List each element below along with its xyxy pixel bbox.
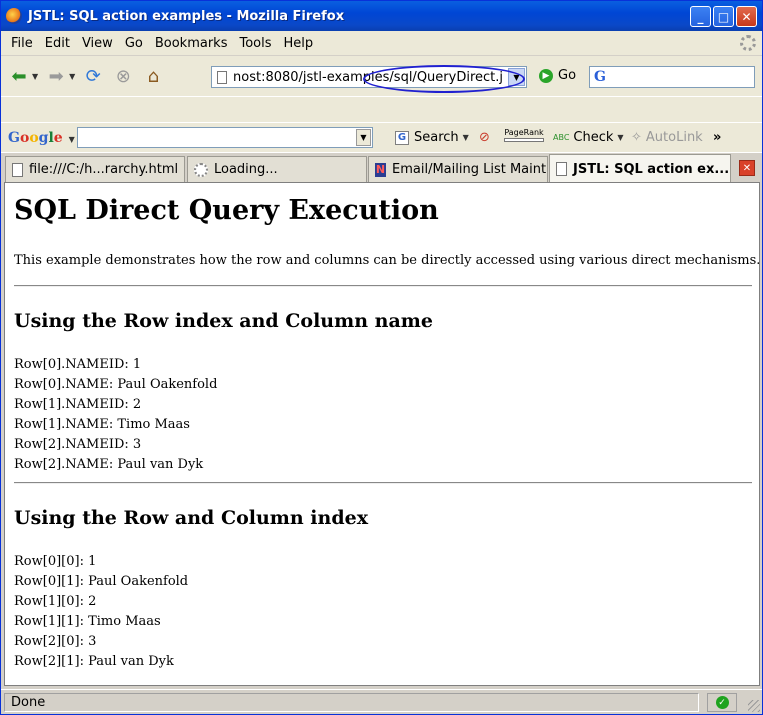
autolink-label: AutoLink xyxy=(645,130,703,145)
url-highlight-ellipse xyxy=(363,65,525,93)
tab-jstl-sql[interactable]: JSTL: SQL action ex... xyxy=(549,154,731,183)
go-label: Go xyxy=(558,68,577,83)
google-search-dropdown-icon[interactable]: ▼ xyxy=(356,129,371,146)
check-icon: ✓ xyxy=(715,696,729,709)
list-item: Row[0][1]: Paul Oakenfold xyxy=(14,574,189,589)
list-item: Row[1][1]: Timo Maas xyxy=(14,614,161,629)
status-ok-indicator: ✓ xyxy=(707,693,737,712)
firefox-icon xyxy=(6,8,22,24)
autolink-button[interactable]: ✧ AutoLink xyxy=(631,130,703,145)
google-search-engine-icon: G xyxy=(594,69,606,85)
menu-edit[interactable]: Edit xyxy=(39,36,76,51)
forward-arrow-icon[interactable]: ➡ xyxy=(44,64,68,88)
close-button[interactable]: ✕ xyxy=(736,6,757,27)
list-item: Row[1].NAME: Timo Maas xyxy=(14,417,190,432)
google-toolbar: Google ▼ ▼ G Search ▼ ⊘ PageRank ABC Che… xyxy=(1,122,762,152)
list-item: Row[0].NAME: Paul Oakenfold xyxy=(14,377,218,392)
stop-icon[interactable]: ⊗ xyxy=(111,64,135,88)
window-controls: _ □ ✕ xyxy=(690,6,757,27)
go-button[interactable]: ▶ Go xyxy=(539,68,576,83)
page-title: SQL Direct Query Execution xyxy=(14,195,439,226)
throbber-icon xyxy=(740,35,756,51)
page-icon xyxy=(217,70,227,84)
list-item: Row[2].NAMEID: 3 xyxy=(14,437,142,452)
menu-bar: File Edit View Go Bookmarks Tools Help xyxy=(1,31,762,56)
menu-tools[interactable]: Tools xyxy=(233,36,277,51)
list-item: Row[2][1]: Paul van Dyk xyxy=(14,654,174,669)
menu-help[interactable]: Help xyxy=(278,36,320,51)
tab-loading[interactable]: Loading... xyxy=(187,156,367,182)
section1-rows: Row[0].NAMEID: 1 Row[0].NAME: Paul Oaken… xyxy=(14,355,217,475)
minimize-button[interactable]: _ xyxy=(690,6,711,27)
list-item: Row[2][0]: 3 xyxy=(14,634,97,649)
popup-blocker-icon[interactable]: ⊘ xyxy=(479,130,490,145)
loading-icon xyxy=(194,162,208,177)
page-icon xyxy=(556,162,567,176)
status-bar: Done ✓ xyxy=(1,689,762,714)
close-tab-icon[interactable]: ✕ xyxy=(739,160,755,176)
section2-heading: Using the Row and Column index xyxy=(14,507,369,529)
google-search-button[interactable]: G Search ▼ xyxy=(395,130,469,145)
tab-label: JSTL: SQL action ex... xyxy=(573,161,730,177)
back-dropdown-icon[interactable]: ▼ xyxy=(32,72,38,81)
tab-email-mailing-list[interactable]: N Email/Mailing List Maint... xyxy=(368,156,548,182)
bookmarks-toolbar xyxy=(1,96,762,122)
menu-view[interactable]: View xyxy=(76,36,119,51)
google-search-input[interactable]: ▼ xyxy=(77,127,373,148)
go-icon: ▶ xyxy=(539,68,553,83)
intro-text: This example demonstrates how the row an… xyxy=(14,253,760,268)
list-item: Row[0].NAMEID: 1 xyxy=(14,357,142,372)
autolink-wand-icon: ✧ xyxy=(631,130,642,145)
google-g-icon: G xyxy=(395,130,409,145)
maximize-button[interactable]: □ xyxy=(713,6,734,27)
google-search-label: Search xyxy=(414,130,459,145)
menu-go[interactable]: Go xyxy=(119,36,149,51)
status-text: Done xyxy=(4,692,699,712)
list-item: Row[1].NAMEID: 2 xyxy=(14,397,142,412)
menu-bookmarks[interactable]: Bookmarks xyxy=(149,36,234,51)
search-box[interactable]: G xyxy=(589,66,755,88)
google-logo[interactable]: Google ▼ xyxy=(8,130,75,146)
menu-file[interactable]: File xyxy=(5,36,39,51)
section1-heading: Using the Row index and Column name xyxy=(14,310,433,332)
resize-grip[interactable] xyxy=(748,700,760,712)
section2-rows: Row[0][0]: 1 Row[0][1]: Paul Oakenfold R… xyxy=(14,552,188,672)
back-arrow-icon[interactable]: ⬅ xyxy=(7,64,31,88)
spell-check-button[interactable]: ABC Check ▼ xyxy=(553,130,624,145)
divider xyxy=(14,285,752,287)
home-icon[interactable]: ⌂ xyxy=(141,64,165,88)
page-icon xyxy=(12,162,23,177)
divider xyxy=(14,482,752,484)
tab-label: Email/Mailing List Maint... xyxy=(392,162,548,177)
list-item: Row[2].NAME: Paul van Dyk xyxy=(14,457,204,472)
forward-dropdown-icon[interactable]: ▼ xyxy=(69,72,75,81)
tab-label: Loading... xyxy=(214,162,278,177)
reload-icon[interactable]: ⟳ xyxy=(81,64,105,88)
n-site-icon: N xyxy=(375,162,386,177)
browser-window: JSTL: SQL action examples - Mozilla Fire… xyxy=(0,0,763,715)
more-chevron-icon[interactable]: » xyxy=(713,130,721,145)
pagerank-label: PageRank xyxy=(504,128,544,137)
list-item: Row[0][0]: 1 xyxy=(14,554,97,569)
tab-file-hierarchy[interactable]: file:///C:/h...rarchy.html xyxy=(5,156,185,182)
title-bar: JSTL: SQL action examples - Mozilla Fire… xyxy=(1,1,762,31)
pagerank-indicator: PageRank xyxy=(504,128,544,142)
tab-label: file:///C:/h...rarchy.html xyxy=(29,162,179,177)
check-label: Check xyxy=(573,130,614,145)
page-content: SQL Direct Query Execution This example … xyxy=(4,182,760,686)
abc-check-icon: ABC xyxy=(553,133,570,142)
tab-strip: file:///C:/h...rarchy.html Loading... N … xyxy=(1,152,762,183)
list-item: Row[1][0]: 2 xyxy=(14,594,97,609)
window-title: JSTL: SQL action examples - Mozilla Fire… xyxy=(28,8,345,24)
